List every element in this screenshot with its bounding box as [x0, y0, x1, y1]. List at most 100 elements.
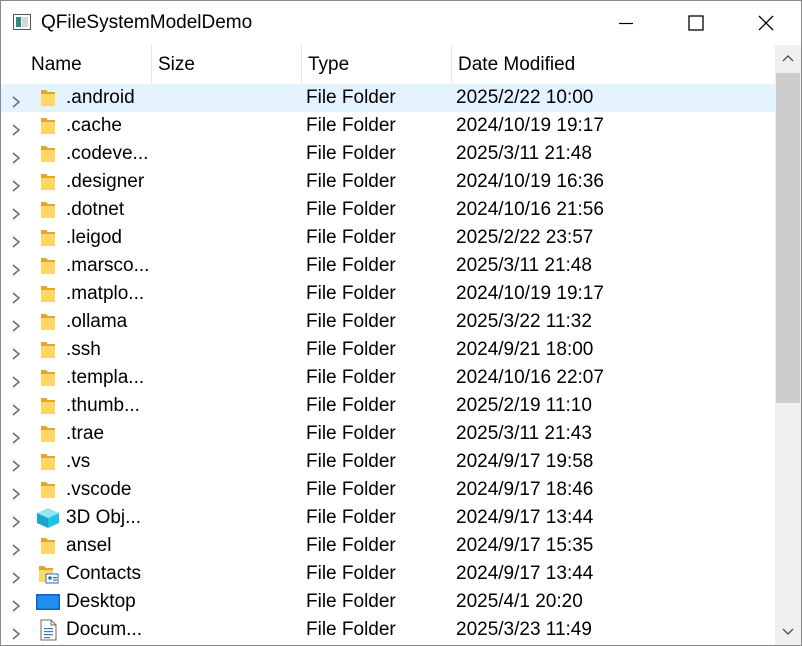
table-row[interactable]: .android File Folder 2025/2/22 10:00	[1, 84, 775, 112]
file-name: Docum...	[66, 619, 143, 640]
close-button[interactable]	[743, 1, 789, 45]
date-modified: 2025/3/22 11:32	[456, 311, 592, 332]
table-row[interactable]: .trae File Folder 2025/3/11 21:43	[1, 420, 775, 448]
chevron-right-icon[interactable]	[11, 428, 21, 450]
header-name[interactable]: Name	[1, 45, 152, 83]
date-modified: 2025/3/11 21:48	[456, 255, 592, 276]
chevron-right-icon[interactable]	[11, 288, 21, 310]
file-type: File Folder	[306, 171, 396, 192]
table-row[interactable]: .ssh File Folder 2024/9/21 18:00	[1, 336, 775, 364]
chevron-right-icon[interactable]	[11, 92, 21, 114]
chevron-right-icon[interactable]	[11, 120, 21, 142]
table-row[interactable]: .dotnet File Folder 2024/10/16 21:56	[1, 196, 775, 224]
date-modified: 2024/10/19 16:36	[456, 171, 604, 192]
window-title: QFileSystemModelDemo	[41, 12, 253, 33]
file-tree-view[interactable]: .android File Folder 2025/2/22 10:00 .cache…	[1, 84, 775, 645]
file-name: .marsco...	[66, 255, 150, 276]
scroll-up-button[interactable]	[775, 45, 801, 71]
minimize-button[interactable]	[603, 1, 649, 45]
documents-icon	[36, 619, 60, 641]
folder-icon	[36, 395, 60, 417]
table-row[interactable]: .leigod File Folder 2025/2/22 23:57	[1, 224, 775, 252]
date-modified: 2025/3/11 21:43	[456, 423, 592, 444]
folder-icon	[36, 479, 60, 501]
chevron-right-icon[interactable]	[11, 540, 21, 562]
date-modified: 2025/2/22 23:57	[456, 227, 594, 248]
file-type: File Folder	[306, 227, 396, 248]
header-date-modified[interactable]: Date Modified	[452, 45, 775, 83]
table-row[interactable]: .ollama File Folder 2025/3/22 11:32	[1, 308, 775, 336]
table-row[interactable]: 3D Obj... File Folder 2024/9/17 13:44	[1, 504, 775, 532]
file-type: File Folder	[306, 479, 396, 500]
table-row[interactable]: .cache File Folder 2024/10/19 19:17	[1, 112, 775, 140]
date-modified: 2024/9/21 18:00	[456, 339, 594, 360]
table-row[interactable]: .vscode File Folder 2024/9/17 18:46	[1, 476, 775, 504]
header-size[interactable]: Size	[152, 45, 302, 83]
chevron-right-icon[interactable]	[11, 624, 21, 645]
chevron-right-icon[interactable]	[11, 176, 21, 198]
chevron-right-icon[interactable]	[11, 344, 21, 366]
chevron-right-icon[interactable]	[11, 568, 21, 590]
date-modified: 2024/10/16 22:07	[456, 367, 604, 388]
chevron-up-icon	[782, 55, 794, 62]
table-row[interactable]: Docum... File Folder 2025/3/23 11:49	[1, 616, 775, 644]
file-name: .matplo...	[66, 283, 145, 304]
table-row[interactable]: .codeve... File Folder 2025/3/11 21:48	[1, 140, 775, 168]
file-name: .thumb...	[66, 395, 140, 416]
folder-icon	[36, 87, 60, 109]
table-row[interactable]: Contacts File Folder 2024/9/17 13:44	[1, 560, 775, 588]
table-row[interactable]: .matplo... File Folder 2024/10/19 19:17	[1, 280, 775, 308]
chevron-right-icon[interactable]	[11, 372, 21, 394]
file-name: .dotnet	[66, 199, 125, 220]
folder-icon	[36, 535, 60, 557]
chevron-right-icon[interactable]	[11, 456, 21, 478]
file-name: .vscode	[66, 479, 132, 500]
scroll-down-button[interactable]	[775, 619, 801, 645]
folder-icon	[36, 367, 60, 389]
chevron-right-icon[interactable]	[11, 316, 21, 338]
file-name: .cache	[66, 115, 122, 136]
chevron-right-icon[interactable]	[11, 596, 21, 618]
chevron-right-icon[interactable]	[11, 148, 21, 170]
file-name: Contacts	[66, 563, 141, 584]
table-row[interactable]: ansel File Folder 2024/9/17 15:35	[1, 532, 775, 560]
folder-icon	[36, 199, 60, 221]
chevron-right-icon[interactable]	[11, 484, 21, 506]
file-name: .codeve...	[66, 143, 149, 164]
file-type: File Folder	[306, 115, 396, 136]
minimize-icon	[619, 22, 633, 25]
chevron-down-icon	[782, 628, 794, 635]
column-header: Name Size Type Date Modified	[1, 45, 775, 83]
table-row[interactable]: .vs File Folder 2024/9/17 19:58	[1, 448, 775, 476]
file-type: File Folder	[306, 423, 396, 444]
header-type[interactable]: Type	[302, 45, 452, 83]
chevron-right-icon[interactable]	[11, 400, 21, 422]
table-row[interactable]: .designer File Folder 2024/10/19 16:36	[1, 168, 775, 196]
chevron-right-icon[interactable]	[11, 232, 21, 254]
file-type: File Folder	[306, 87, 396, 108]
app-window: QFileSystemModelDemo Name Size Type Date…	[0, 0, 802, 646]
file-type: File Folder	[306, 311, 396, 332]
table-row[interactable]: .templa... File Folder 2024/10/16 22:07	[1, 364, 775, 392]
table-row[interactable]: Desktop File Folder 2025/4/1 20:20	[1, 588, 775, 616]
date-modified: 2024/9/17 19:58	[456, 451, 594, 472]
file-type: File Folder	[306, 395, 396, 416]
file-type: File Folder	[306, 563, 396, 584]
table-row[interactable]: .marsco... File Folder 2025/3/11 21:48	[1, 252, 775, 280]
folder-icon	[36, 227, 60, 249]
vertical-scrollbar[interactable]	[775, 45, 801, 645]
maximize-button[interactable]	[673, 1, 719, 45]
table-row[interactable]: .thumb... File Folder 2025/2/19 11:10	[1, 392, 775, 420]
folder-icon	[36, 143, 60, 165]
file-type: File Folder	[306, 591, 396, 612]
file-name: .ollama	[66, 311, 128, 332]
folder-icon	[36, 339, 60, 361]
chevron-right-icon[interactable]	[11, 512, 21, 534]
title-bar[interactable]: QFileSystemModelDemo	[1, 1, 801, 45]
file-name: 3D Obj...	[66, 507, 141, 528]
file-name: .android	[66, 87, 135, 108]
scroll-thumb[interactable]	[776, 73, 800, 403]
chevron-right-icon[interactable]	[11, 260, 21, 282]
chevron-right-icon[interactable]	[11, 204, 21, 226]
file-name: .ssh	[66, 339, 101, 360]
